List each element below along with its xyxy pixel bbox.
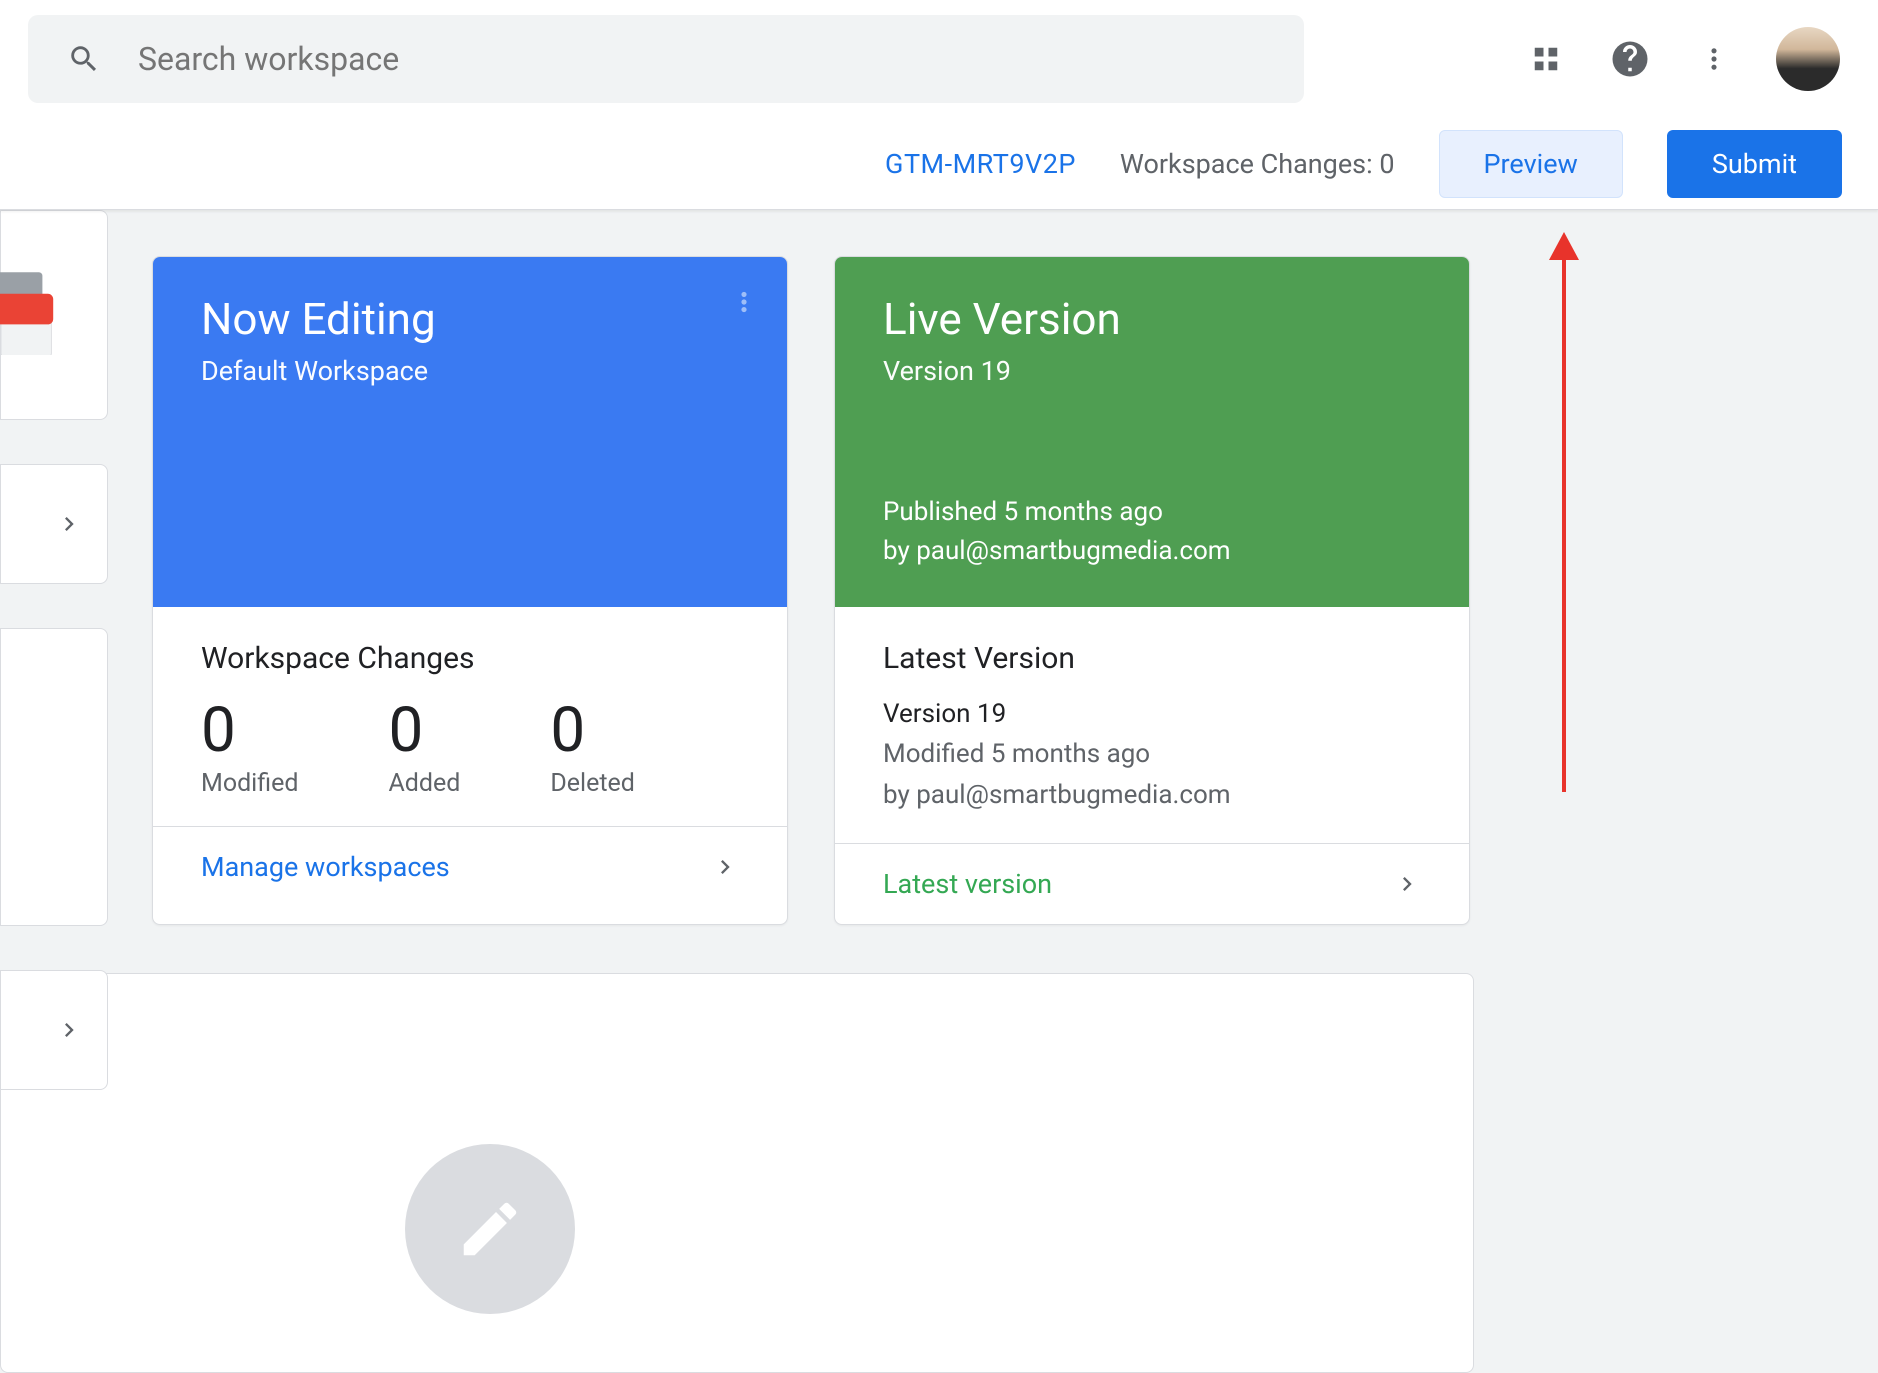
pencil-icon — [455, 1194, 525, 1264]
preview-button[interactable]: Preview — [1439, 130, 1623, 198]
now-editing-menu-icon[interactable] — [731, 289, 757, 315]
chevron-right-icon — [711, 853, 739, 881]
live-version-card: Live Version Version 19 Published 5 mont… — [834, 256, 1470, 925]
container-id-link[interactable]: GTM-MRT9V2P — [885, 148, 1076, 180]
metric-added-value: 0 — [388, 694, 460, 767]
gtm-logo-icon — [0, 265, 73, 355]
sidebar-fragments — [0, 210, 108, 1090]
manage-workspaces-label: Manage workspaces — [201, 851, 450, 883]
chevron-right-icon — [1393, 870, 1421, 898]
metric-deleted-label: Deleted — [550, 769, 635, 798]
workspace-changes-heading: Workspace Changes — [201, 641, 739, 676]
live-version-title: Live Version — [883, 293, 1421, 345]
edit-description-button[interactable] — [405, 1144, 575, 1314]
now-editing-title: Now Editing — [201, 293, 739, 345]
chevron-right-icon — [55, 1016, 83, 1044]
now-editing-head: Now Editing Default Workspace — [153, 257, 787, 607]
live-version-publish-info: Published 5 months ago by paul@smartbugm… — [883, 493, 1231, 571]
workspace-overview: Now Editing Default Workspace Workspace … — [0, 210, 1878, 1373]
metric-modified-value: 0 — [201, 694, 298, 767]
metric-deleted: 0 Deleted — [550, 694, 635, 798]
now-editing-body: Workspace Changes 0 Modified 0 Added 0 D… — [153, 607, 787, 826]
sub-header: GTM-MRT9V2P Workspace Changes: 0 Preview… — [0, 118, 1878, 210]
workspace-changes-label: Workspace Changes: 0 — [1120, 148, 1395, 180]
search-box[interactable] — [28, 15, 1304, 103]
now-editing-subtitle: Default Workspace — [201, 355, 739, 387]
submit-button[interactable]: Submit — [1667, 130, 1842, 198]
latest-version-by: by paul@smartbugmedia.com — [883, 775, 1421, 815]
apps-icon[interactable] — [1524, 37, 1568, 81]
sidebar-card-b[interactable] — [0, 464, 108, 584]
metric-deleted-value: 0 — [550, 694, 635, 767]
metric-added: 0 Added — [388, 694, 460, 798]
more-icon[interactable] — [1692, 37, 1736, 81]
help-icon[interactable] — [1608, 37, 1652, 81]
chevron-right-icon — [55, 510, 83, 538]
header-actions — [1524, 27, 1840, 91]
search-icon — [62, 37, 106, 81]
account-avatar[interactable] — [1776, 27, 1840, 91]
top-header — [0, 0, 1878, 118]
sidebar-card-d[interactable] — [0, 970, 108, 1090]
latest-version-link[interactable]: Latest version — [835, 843, 1469, 924]
published-by: by paul@smartbugmedia.com — [883, 532, 1231, 571]
search-input[interactable] — [136, 39, 1270, 79]
latest-version-heading: Latest Version — [883, 641, 1421, 676]
latest-version-modified: Modified 5 months ago — [883, 734, 1421, 774]
now-editing-card: Now Editing Default Workspace Workspace … — [152, 256, 788, 925]
metric-modified: 0 Modified — [201, 694, 298, 798]
published-when: Published 5 months ago — [883, 493, 1231, 532]
sidebar-card-c[interactable] — [0, 628, 108, 926]
live-version-head: Live Version Version 19 Published 5 mont… — [835, 257, 1469, 607]
live-version-body: Latest Version Version 19 Modified 5 mon… — [835, 607, 1469, 843]
latest-version-number: Version 19 — [883, 694, 1421, 734]
metric-modified-label: Modified — [201, 769, 298, 798]
live-version-subtitle: Version 19 — [883, 355, 1421, 387]
latest-version-label: Latest version — [883, 868, 1052, 900]
description-card — [0, 973, 1474, 1373]
sidebar-card-a[interactable] — [0, 210, 108, 420]
metric-added-label: Added — [388, 769, 460, 798]
manage-workspaces-link[interactable]: Manage workspaces — [153, 826, 787, 907]
